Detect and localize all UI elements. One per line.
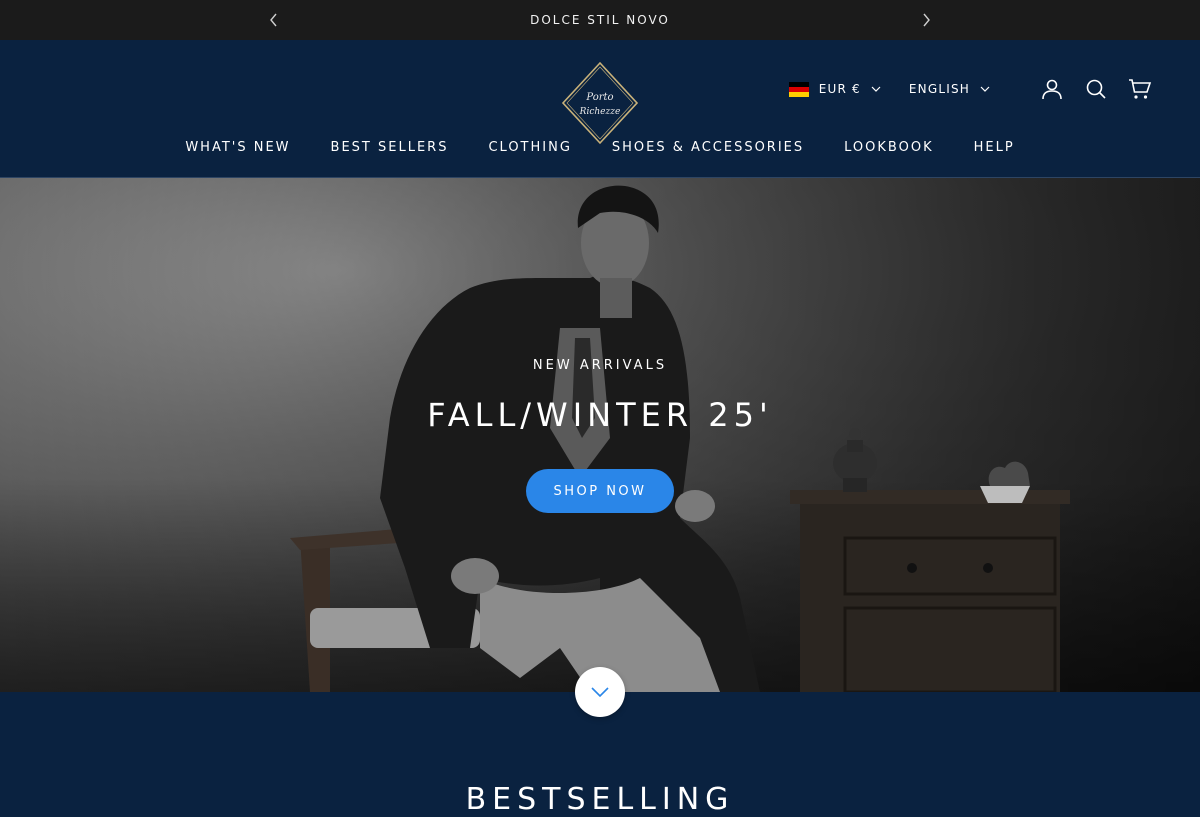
main-nav: WHAT'S NEW BEST SELLERS CLOTHING SHOES &… xyxy=(0,140,1200,155)
nav-item-help[interactable]: HELP xyxy=(974,140,1015,155)
germany-flag-icon xyxy=(788,81,809,97)
hero-image xyxy=(0,178,1200,692)
search-icon xyxy=(1086,79,1106,99)
chevron-down-icon xyxy=(980,86,990,92)
search-button[interactable] xyxy=(1084,77,1108,101)
site-header: Porto Richezze EUR € ENGLISH WHAT'S NEW … xyxy=(0,40,1200,178)
cart-button[interactable] xyxy=(1128,77,1152,101)
announcement-bar: DOLCE STIL NOVO xyxy=(0,0,1200,40)
currency-label: EUR € xyxy=(818,82,861,96)
account-button[interactable] xyxy=(1040,77,1064,101)
nav-item-whats-new[interactable]: WHAT'S NEW xyxy=(185,140,290,155)
chevron-down-icon xyxy=(871,86,881,92)
header-utilities: EUR € ENGLISH xyxy=(788,77,1152,101)
chevron-right-icon xyxy=(923,13,930,27)
nav-item-lookbook[interactable]: LOOKBOOK xyxy=(844,140,933,155)
announcement-next-button[interactable] xyxy=(916,10,936,30)
language-selector[interactable]: ENGLISH xyxy=(909,82,990,96)
scroll-down-button[interactable] xyxy=(575,667,625,717)
brand-logo[interactable]: Porto Richezze xyxy=(560,60,640,146)
nav-item-clothing[interactable]: CLOTHING xyxy=(488,140,571,155)
svg-text:Porto: Porto xyxy=(585,92,613,103)
nav-item-shoes-accessories[interactable]: SHOES & ACCESSORIES xyxy=(612,140,804,155)
language-label: ENGLISH xyxy=(908,82,970,96)
hero-title: FALL/WINTER 25' xyxy=(427,396,773,434)
currency-selector[interactable]: EUR € xyxy=(788,81,881,97)
chevron-down-icon xyxy=(591,687,609,697)
nav-item-best-sellers[interactable]: BEST SELLERS xyxy=(331,140,449,155)
hero-subtitle: NEW ARRIVALS xyxy=(532,358,668,373)
cart-icon xyxy=(1129,79,1152,99)
announcement-message: DOLCE STIL NOVO xyxy=(530,13,670,27)
shop-now-button[interactable]: SHOP NOW xyxy=(526,469,674,513)
logo-diamond-icon: Porto Richezze xyxy=(561,61,639,145)
account-icon xyxy=(1042,79,1062,100)
svg-text:Richezze: Richezze xyxy=(579,107,621,117)
hero-banner: NEW ARRIVALS FALL/WINTER 25' SHOP NOW xyxy=(0,178,1200,692)
